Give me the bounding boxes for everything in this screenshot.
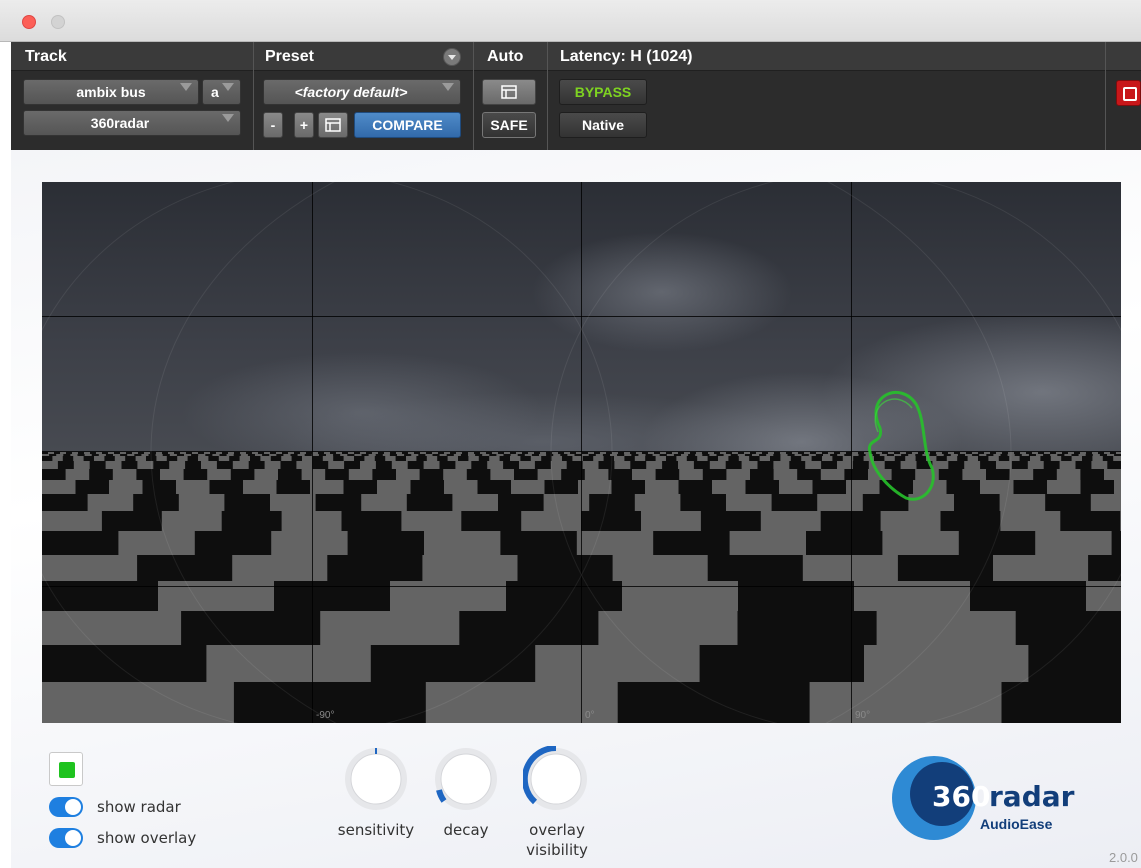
safe-button[interactable]: SAFE — [482, 112, 536, 138]
latency-heading: Latency: H (1024) — [560, 48, 693, 65]
copy-icon — [325, 118, 341, 132]
logo-360: 360 — [932, 780, 990, 813]
column-divider — [473, 42, 474, 150]
window-close-button[interactable] — [22, 15, 36, 29]
chevron-down-icon — [180, 83, 192, 91]
track-selector[interactable]: ambix bus — [23, 79, 199, 105]
plugin-header: Track Preset Auto Latency: H (1024) ambi… — [11, 42, 1141, 150]
preset-selector[interactable]: <factory default> — [263, 79, 461, 105]
target-plugin-button[interactable] — [1116, 80, 1141, 106]
native-indicator: Native — [559, 112, 647, 138]
preset-heading: Preset — [265, 48, 314, 65]
insert-name: 360radar — [90, 115, 150, 131]
sensitivity-label: sensitivity — [337, 821, 415, 839]
preset-next-button[interactable]: + — [294, 112, 314, 138]
decay-knob-graphic — [435, 748, 497, 810]
show-overlay-label: show overlay — [97, 829, 197, 847]
channel-selector[interactable]: a — [202, 79, 241, 105]
show-overlay-row: show overlay — [49, 827, 196, 849]
track-name: ambix bus — [76, 84, 146, 100]
chevron-down-icon — [442, 83, 454, 91]
show-radar-label: show radar — [97, 798, 181, 816]
compare-label: COMPARE — [372, 117, 443, 133]
column-divider — [1105, 42, 1106, 150]
preset-copy-button[interactable] — [318, 112, 348, 138]
360radar-logo: 360 radar AudioEase — [892, 754, 1102, 849]
preset-previous-button[interactable]: - — [263, 112, 283, 138]
overlay-visibility-knob-graphic — [521, 744, 587, 810]
compare-button[interactable]: COMPARE — [354, 112, 461, 138]
preset-menu-icon[interactable] — [443, 48, 461, 66]
automation-button[interactable] — [482, 79, 536, 105]
show-radar-toggle[interactable] — [49, 797, 83, 817]
overlay-visibility-knob[interactable] — [521, 744, 589, 812]
preset-name: <factory default> — [294, 84, 408, 100]
equirectangular-view[interactable]: -90° 0° 90° — [42, 182, 1121, 723]
version-label: 2.0.0 — [1109, 850, 1138, 865]
column-divider — [547, 42, 548, 150]
insert-selector[interactable]: 360radar — [23, 110, 241, 136]
logo-audioease: AudioEase — [980, 816, 1053, 832]
logo-graphic: 360 radar AudioEase — [892, 756, 1075, 840]
sensitivity-knob-graphic — [345, 748, 407, 810]
decay-knob[interactable] — [433, 746, 499, 812]
chevron-down-icon — [222, 114, 234, 122]
column-divider — [253, 42, 254, 150]
show-radar-row: show radar — [49, 796, 181, 818]
safe-label: SAFE — [490, 117, 528, 133]
channel-name: a — [211, 84, 219, 100]
window-titlebar — [0, 0, 1141, 42]
radar-color-button[interactable] — [49, 752, 83, 786]
decay-label: decay — [443, 821, 489, 839]
plugin-body: -90° 0° 90° show radar show overlay sens… — [11, 150, 1141, 868]
chevron-down-icon — [222, 83, 234, 91]
logo-radar: radar — [989, 780, 1075, 813]
window-minimize-button[interactable] — [51, 15, 65, 29]
auto-heading: Auto — [487, 48, 524, 65]
overlay-visibility-label: overlay visibility — [526, 821, 588, 859]
radar-trace — [867, 391, 935, 501]
minus-label: - — [270, 117, 276, 133]
native-label: Native — [581, 117, 625, 133]
bypass-label: BYPASS — [574, 84, 632, 100]
sensitivity-knob[interactable] — [343, 746, 409, 812]
track-heading: Track — [25, 48, 67, 65]
show-overlay-toggle[interactable] — [49, 828, 83, 848]
bypass-button[interactable]: BYPASS — [559, 79, 647, 105]
plus-label: + — [299, 117, 309, 133]
automation-icon — [501, 85, 517, 99]
